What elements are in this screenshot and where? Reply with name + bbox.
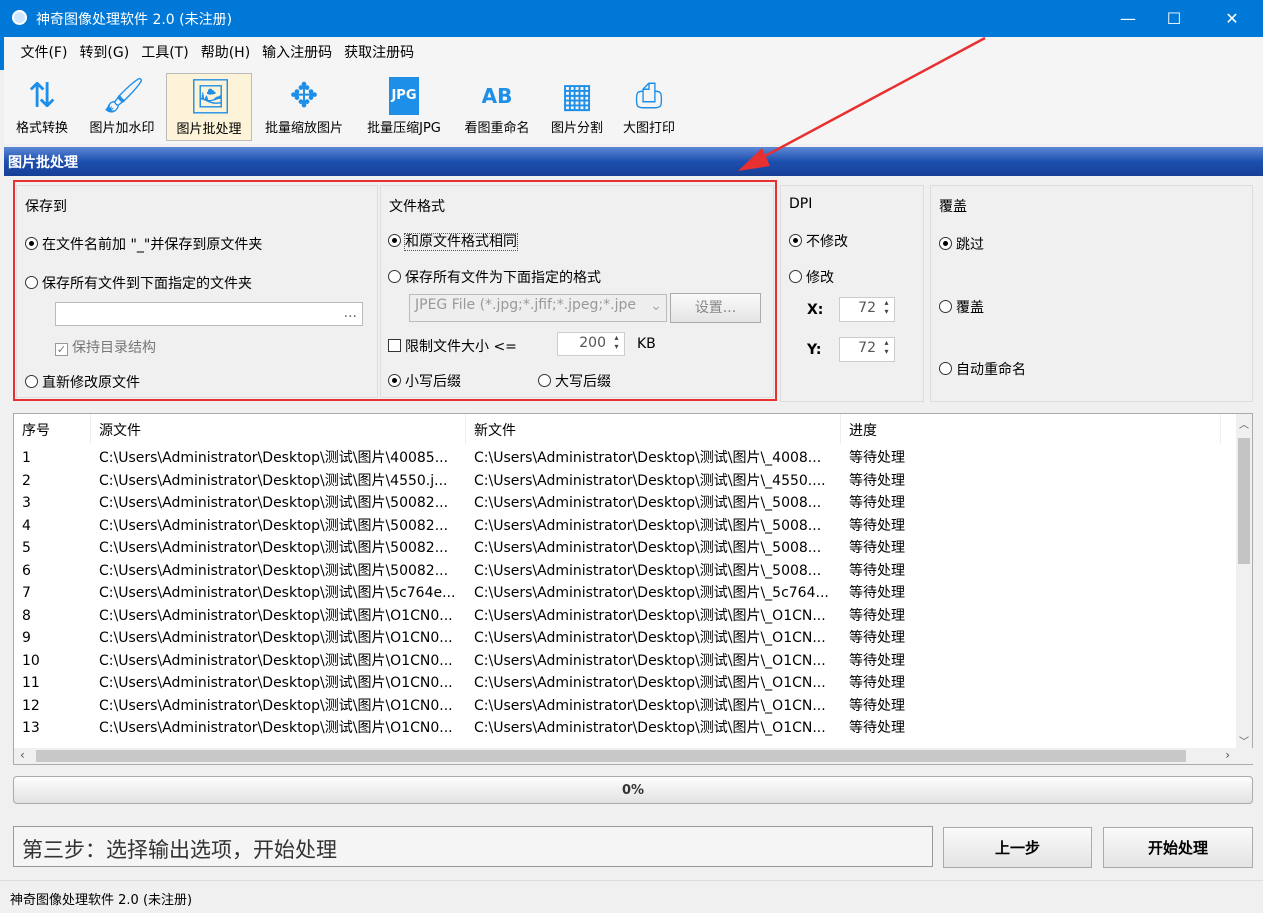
cell-new: C:\Users\Administrator\Desktop\测试\图片\_O1… (474, 652, 826, 669)
cell-progress: 等待处理 (849, 562, 905, 579)
cell-progress: 等待处理 (849, 517, 905, 534)
cell-new: C:\Users\Administrator\Desktop\测试\图片\_O1… (474, 720, 826, 736)
table-row[interactable]: 9 C:\Users\Administrator\Desktop\测试\图片\O1… (14, 627, 1239, 650)
table-row[interactable]: 6 C:\Users\Administrator\Desktop\测试\图片\50… (14, 560, 1239, 583)
cell-progress: 等待处理 (849, 675, 905, 691)
table-row[interactable]: 2 C:\Users\Administrator\Desktop\测试\图片\45… (14, 470, 1239, 493)
status-bar: 神奇图像处理软件 2.0 (未注册) (0, 880, 1263, 913)
col-header-progress[interactable]: 进度 (841, 414, 1221, 444)
cell-index: 6 (22, 562, 31, 579)
radio-skip[interactable]: 跳过 (939, 234, 984, 254)
highlight-box (13, 180, 777, 401)
cell-progress: 等待处理 (849, 630, 905, 646)
cell-index: 13 (22, 720, 40, 736)
radio-dpi-change[interactable]: 修改 (789, 267, 834, 287)
cell-source: C:\Users\Administrator\Desktop\测试\图片\O1C… (99, 630, 453, 646)
annotation-arrow (738, 36, 986, 171)
table-row[interactable]: 5 C:\Users\Administrator\Desktop\测试\图片\50… (14, 537, 1239, 560)
table-row[interactable]: 1 C:\Users\Administrator\Desktop\测试\图片\40… (14, 447, 1239, 470)
cell-progress: 等待处理 (849, 495, 905, 511)
cell-progress: 等待处理 (849, 720, 905, 736)
table-row[interactable]: 10 C:\Users\Administrator\Desktop\测试\图片\O… (14, 650, 1239, 673)
cell-index: 7 (22, 585, 31, 601)
cell-new: C:\Users\Administrator\Desktop\测试\图片\_O1… (474, 630, 826, 646)
cell-new: C:\Users\Administrator\Desktop\测试\图片\_45… (474, 472, 826, 489)
scroll-down-icon[interactable]: ﹀ (1239, 733, 1249, 748)
cell-index: 10 (22, 652, 40, 669)
cell-new: C:\Users\Administrator\Desktop\测试\图片\_50… (474, 562, 822, 579)
progress-bar: 0% (13, 776, 1253, 804)
table-row[interactable]: 11 C:\Users\Administrator\Desktop\测试\图片\O… (14, 672, 1239, 695)
cell-new: C:\Users\Administrator\Desktop\测试\图片\_O1… (474, 697, 826, 714)
col-header-new[interactable]: 新文件 (466, 414, 841, 444)
dpi-group: DPI 不修改 修改 X: 72 Y: 72 (780, 185, 924, 402)
cell-source: C:\Users\Administrator\Desktop\测试\图片\O1C… (99, 720, 453, 736)
table-row[interactable]: 13 C:\Users\Administrator\Desktop\测试\图片\O… (14, 717, 1239, 740)
cell-progress: 等待处理 (849, 540, 905, 556)
cell-new: C:\Users\Administrator\Desktop\测试\图片\_O1… (474, 607, 826, 624)
cell-new: C:\Users\Administrator\Desktop\测试\图片\_50… (474, 495, 822, 511)
overwrite-group: 覆盖 跳过 覆盖 自动重命名 (930, 185, 1253, 402)
cell-index: 2 (22, 472, 31, 489)
horizontal-scrollbar[interactable]: ‹ › (14, 748, 1254, 764)
cell-source: C:\Users\Administrator\Desktop\测试\图片\500… (99, 540, 449, 556)
cell-source: C:\Users\Administrator\Desktop\测试\图片\O1C… (99, 675, 453, 691)
start-processing-button[interactable]: 开始处理 (1103, 827, 1253, 868)
scroll-left-icon[interactable]: ‹ (20, 748, 25, 762)
cell-source: C:\Users\Administrator\Desktop\测试\图片\500… (99, 495, 449, 511)
cell-source: C:\Users\Administrator\Desktop\测试\图片\400… (99, 450, 449, 466)
table-row[interactable]: 3 C:\Users\Administrator\Desktop\测试\图片\50… (14, 492, 1239, 515)
cell-index: 12 (22, 697, 40, 714)
dpi-x-spinner[interactable]: 72 (839, 297, 895, 322)
cell-source: C:\Users\Administrator\Desktop\测试\图片\500… (99, 517, 449, 534)
table-row[interactable]: 4 C:\Users\Administrator\Desktop\测试\图片\50… (14, 515, 1239, 538)
cell-index: 1 (22, 450, 31, 466)
previous-step-button[interactable]: 上一步 (943, 827, 1092, 868)
radio-dpi-no-change[interactable]: 不修改 (789, 231, 848, 251)
cell-index: 3 (22, 495, 31, 511)
cell-new: C:\Users\Administrator\Desktop\测试\图片\_5c… (474, 585, 829, 601)
cell-progress: 等待处理 (849, 607, 905, 624)
cell-source: C:\Users\Administrator\Desktop\测试\图片\O1C… (99, 697, 453, 714)
vertical-scrollbar[interactable]: ︿ ﹀ (1236, 414, 1252, 750)
cell-progress: 等待处理 (849, 450, 905, 466)
dpi-x-label: X: (807, 302, 824, 318)
horizontal-scroll-thumb[interactable] (36, 750, 1186, 762)
dpi-y-spinner[interactable]: 72 (839, 337, 895, 362)
scroll-up-icon[interactable]: ︿ (1239, 416, 1249, 431)
scroll-right-icon[interactable]: › (1225, 748, 1230, 762)
cell-index: 11 (22, 675, 40, 691)
cell-progress: 等待处理 (849, 472, 905, 489)
cell-progress: 等待处理 (849, 652, 905, 669)
radio-auto-rename[interactable]: 自动重命名 (939, 359, 1026, 379)
cell-source: C:\Users\Administrator\Desktop\测试\图片\455… (99, 472, 448, 489)
cell-index: 5 (22, 540, 31, 556)
cell-progress: 等待处理 (849, 585, 905, 601)
table-row[interactable]: 7 C:\Users\Administrator\Desktop\测试\图片\5c… (14, 582, 1239, 605)
cell-index: 8 (22, 607, 31, 624)
table-row[interactable]: 12 C:\Users\Administrator\Desktop\测试\图片\O… (14, 695, 1239, 718)
col-header-index[interactable]: 序号 (14, 414, 91, 444)
file-table: 序号 源文件 新文件 进度 1 C:\Users\Administrator\De… (13, 413, 1254, 765)
table-row[interactable]: 8 C:\Users\Administrator\Desktop\测试\图片\O1… (14, 605, 1239, 628)
step-instruction: 第三步：选择输出选项，开始处理 (13, 826, 933, 867)
radio-overwrite[interactable]: 覆盖 (939, 297, 984, 317)
cell-source: C:\Users\Administrator\Desktop\测试\图片\O1C… (99, 652, 453, 669)
cell-index: 4 (22, 517, 31, 534)
cell-new: C:\Users\Administrator\Desktop\测试\图片\_50… (474, 540, 822, 556)
cell-new: C:\Users\Administrator\Desktop\测试\图片\_O1… (474, 675, 826, 691)
cell-new: C:\Users\Administrator\Desktop\测试\图片\_40… (474, 450, 822, 466)
cell-source: C:\Users\Administrator\Desktop\测试\图片\500… (99, 562, 449, 579)
cell-index: 9 (22, 630, 31, 646)
cell-progress: 等待处理 (849, 697, 905, 714)
col-header-source[interactable]: 源文件 (91, 414, 466, 444)
cell-source: C:\Users\Administrator\Desktop\测试\图片\O1C… (99, 607, 453, 624)
cell-source: C:\Users\Administrator\Desktop\测试\图片\5c7… (99, 585, 456, 601)
dpi-y-label: Y: (807, 342, 822, 358)
cell-new: C:\Users\Administrator\Desktop\测试\图片\_50… (474, 517, 822, 534)
vertical-scroll-thumb[interactable] (1238, 438, 1250, 564)
